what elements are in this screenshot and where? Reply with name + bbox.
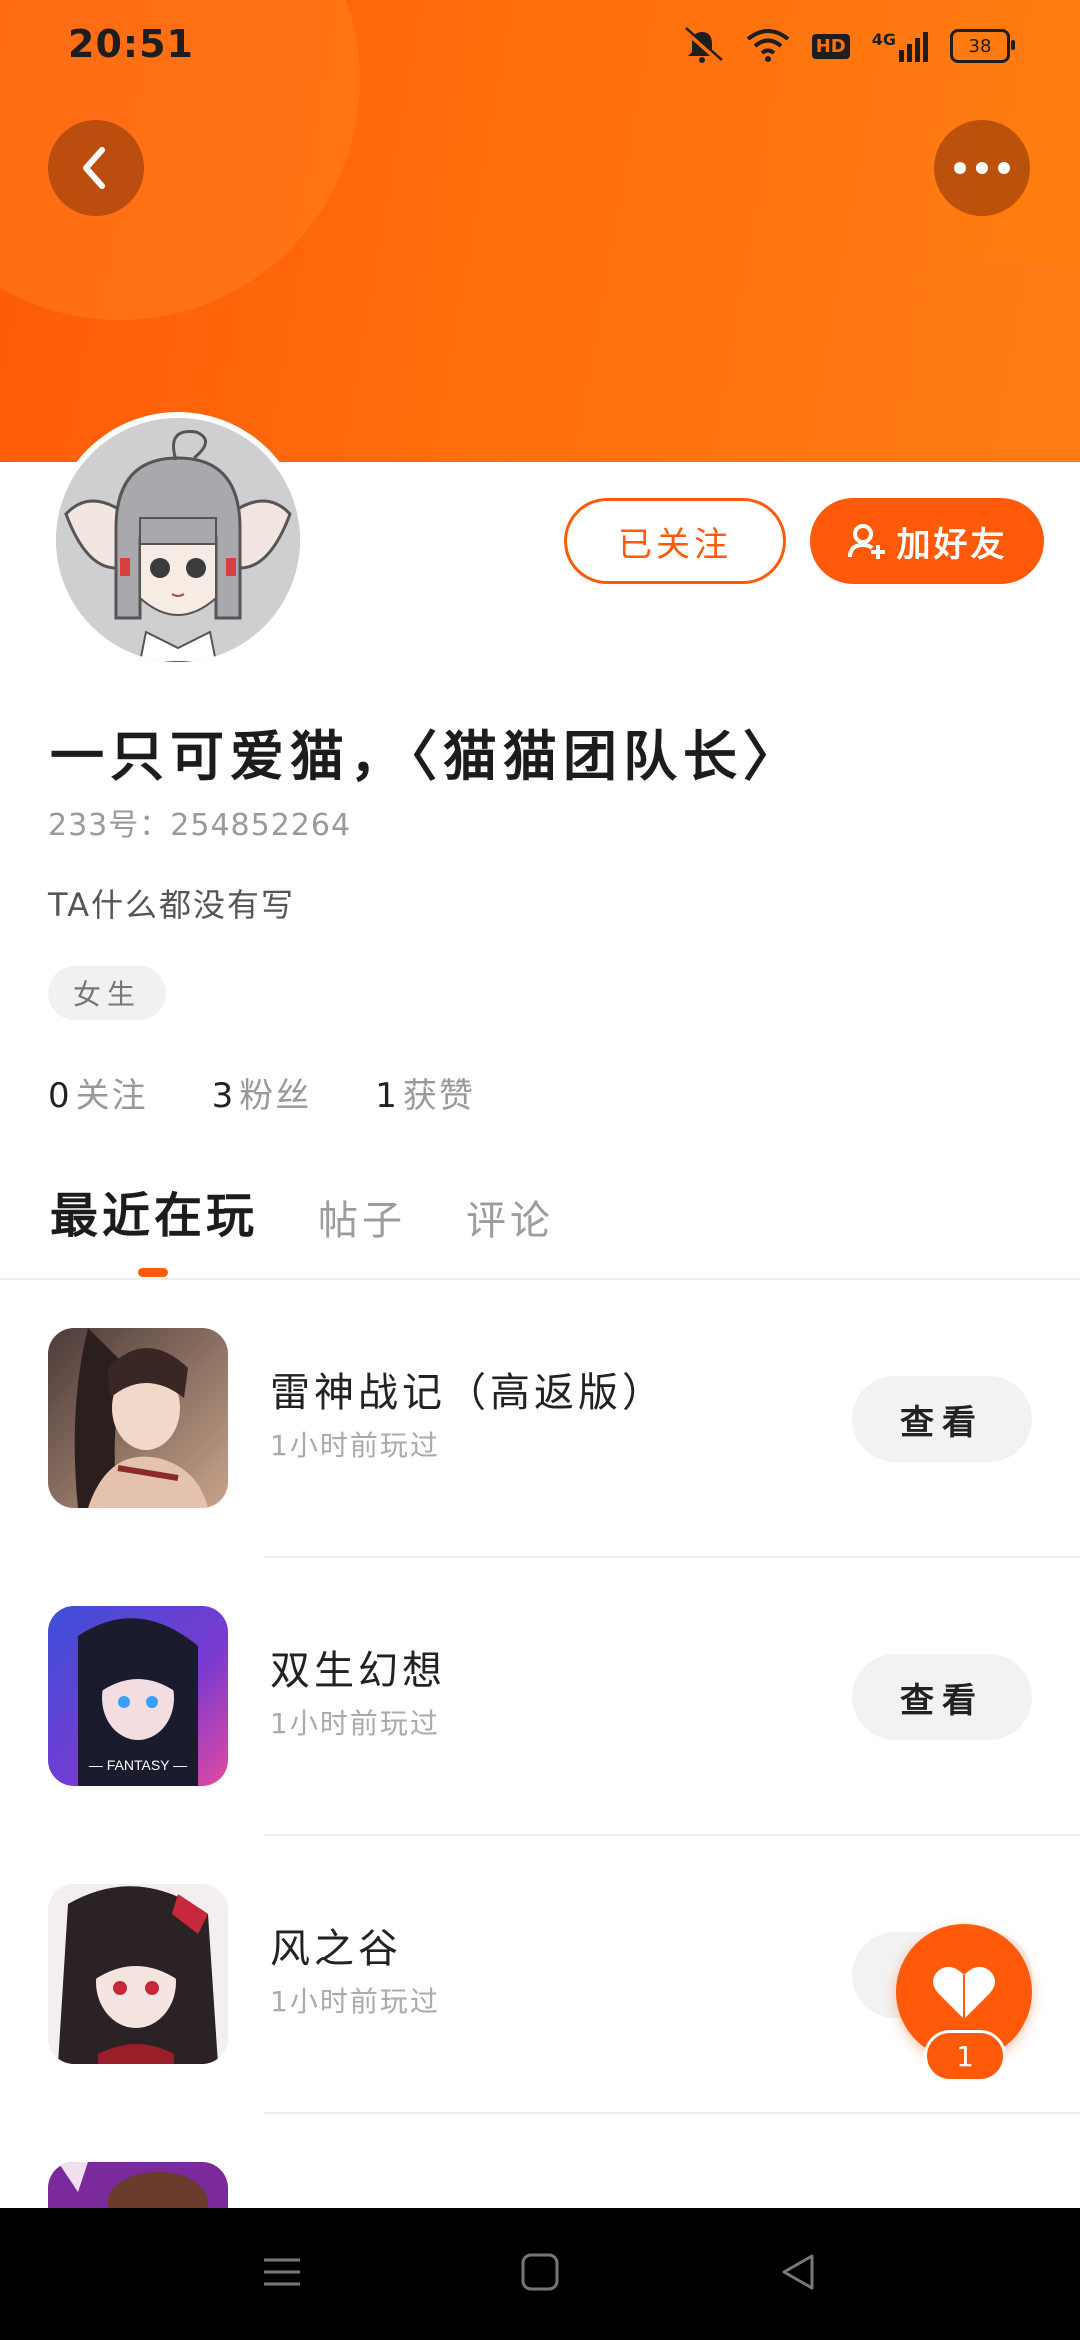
game-icon <box>48 2162 228 2208</box>
divider <box>264 2112 1080 2114</box>
signal-icon: 4G <box>872 30 928 62</box>
list-item[interactable]: — FANTASY — 双生幻想 1小时前玩过 查看 <box>0 1606 1080 1884</box>
tab-indicator <box>138 1268 168 1277</box>
divider <box>264 1556 1080 1558</box>
add-user-icon <box>847 524 885 559</box>
more-button[interactable] <box>934 120 1030 216</box>
game-icon <box>48 1328 228 1508</box>
heart-icon <box>933 1966 995 2019</box>
tab-recent-play[interactable]: 最近在玩 <box>50 1176 258 1246</box>
mute-bell-icon <box>682 27 723 64</box>
avatar[interactable] <box>50 412 306 668</box>
divider <box>0 1278 1080 1280</box>
chevron-left-icon <box>83 147 105 189</box>
game-last-played: 1小时前玩过 <box>270 1707 440 1740</box>
view-button[interactable]: 查看 <box>852 1654 1032 1740</box>
tab-posts[interactable]: 帖子 <box>318 1188 406 1246</box>
stats-row: 0 关注 3 粉丝 1 获赞 <box>48 1068 475 1117</box>
like-count-badge: 1 <box>924 2030 1006 2082</box>
list-item[interactable]: 雷神战记（高返版） 1小时前玩过 查看 <box>0 1328 1080 1606</box>
back-triangle-icon[interactable] <box>778 2252 818 2292</box>
view-button[interactable]: 查看 <box>852 1376 1032 1462</box>
game-last-played: 1小时前玩过 <box>270 1985 440 2018</box>
game-name: 风之谷 <box>270 1926 402 1972</box>
stat-likes: 1 获赞 <box>375 1076 475 1116</box>
status-time: 20:51 <box>68 22 194 66</box>
game-name: 双生幻想 <box>270 1648 446 1694</box>
nickname: 一只可爱猫，〈猫猫团队长〉 <box>50 725 803 788</box>
back-button[interactable] <box>48 120 144 216</box>
stat-followers[interactable]: 3 粉丝 <box>212 1068 312 1117</box>
tab-comments[interactable]: 评论 <box>466 1188 554 1246</box>
hd-badge: HD <box>811 33 850 59</box>
gender-tag: 女生 <box>48 966 166 1020</box>
menu-icon[interactable] <box>262 2252 302 2292</box>
svg-text:— FANTASY —: — FANTASY — <box>89 1757 187 1773</box>
wifi-icon <box>746 29 789 62</box>
followed-button[interactable]: 已关注 <box>564 498 786 584</box>
game-last-played: 1小时前玩过 <box>270 1429 440 1462</box>
status-bar: 20:51 HD 4G 38 <box>0 0 1080 96</box>
bio-text: TA什么都没有写 <box>48 886 295 924</box>
system-nav-bar <box>0 2208 1080 2340</box>
battery-icon: 38 <box>950 29 1015 63</box>
more-dots-icon <box>954 162 1010 174</box>
game-name: 雷神战记（高返版） <box>270 1370 666 1416</box>
tab-bar: 最近在玩 帖子 评论 <box>50 1176 554 1246</box>
stat-following[interactable]: 0 关注 <box>48 1068 148 1117</box>
divider <box>264 1834 1080 1836</box>
add-friend-label: 加好友 <box>896 524 1008 565</box>
home-icon[interactable] <box>520 2252 560 2292</box>
user-id: 233号：254852264 <box>48 808 352 843</box>
game-icon: — FANTASY — <box>48 1606 228 1786</box>
avatar-image <box>56 418 300 662</box>
game-icon <box>48 1884 228 2064</box>
add-friend-button[interactable]: 加好友 <box>810 498 1044 584</box>
